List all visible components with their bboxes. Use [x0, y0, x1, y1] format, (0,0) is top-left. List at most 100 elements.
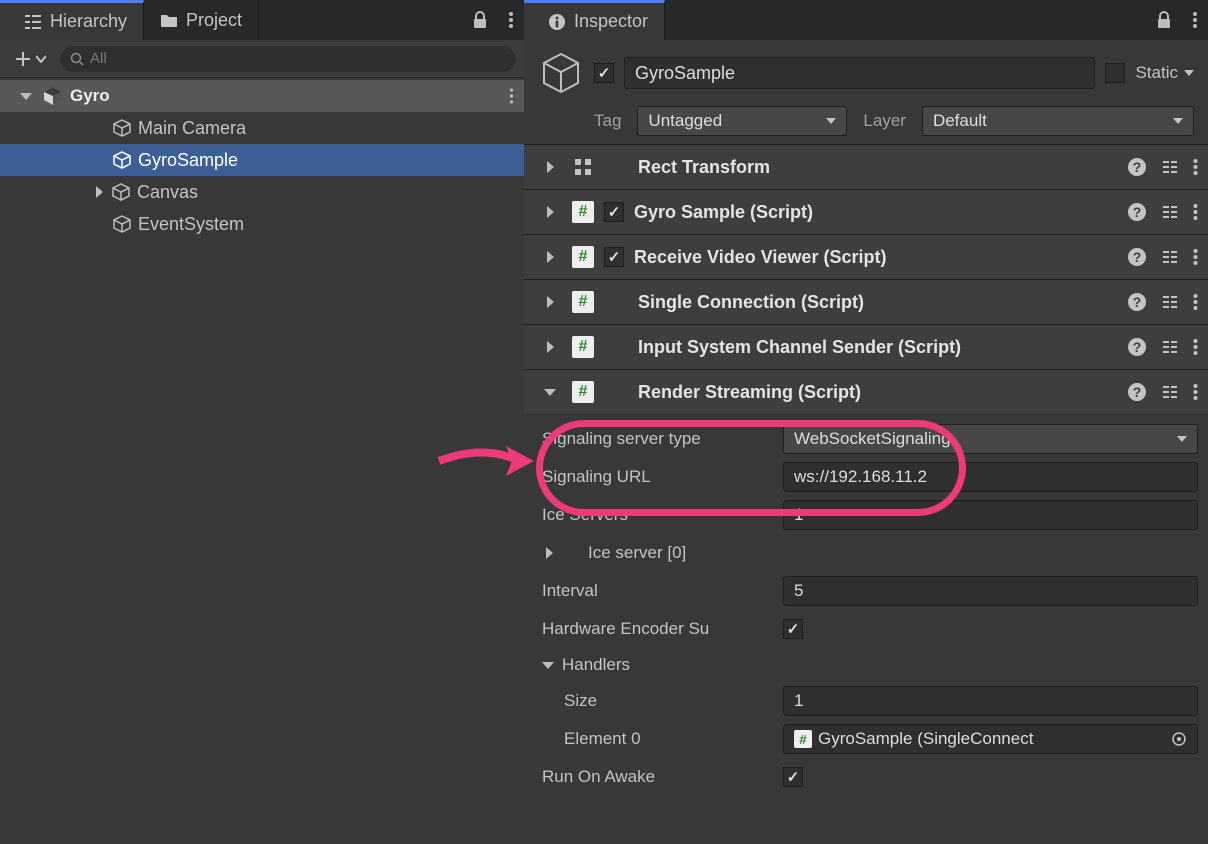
tag-dropdown[interactable]: Untagged — [637, 106, 847, 136]
component-header[interactable]: # Render Streaming (Script) ? — [524, 370, 1208, 414]
object-picker-icon[interactable] — [1165, 731, 1187, 747]
kebab-icon[interactable] — [1193, 293, 1198, 311]
hardware-encoder-checkbox[interactable] — [783, 619, 803, 639]
interval-field[interactable] — [794, 581, 1187, 601]
hierarchy-toolbar — [0, 40, 524, 78]
signaling-url-field[interactable] — [794, 467, 1187, 487]
component-enabled-checkbox[interactable] — [604, 247, 624, 267]
preset-icon[interactable] — [1161, 158, 1179, 176]
script-icon: # — [572, 381, 594, 403]
kebab-icon[interactable] — [1193, 158, 1198, 176]
prop-label: Ice Servers — [542, 505, 777, 525]
caret-right-icon[interactable] — [547, 251, 554, 263]
element0-object-field[interactable]: # GyroSample (SingleConnect — [783, 724, 1198, 754]
layer-dropdown[interactable]: Default — [922, 106, 1194, 136]
component-header[interactable]: Rect Transform ? — [524, 145, 1208, 189]
preset-icon[interactable] — [1161, 203, 1179, 221]
hierarchy-item-eventsystem[interactable]: EventSystem — [0, 208, 524, 240]
lock-icon[interactable] — [1146, 0, 1182, 40]
static-checkbox[interactable] — [1105, 63, 1125, 83]
hierarchy-search[interactable] — [60, 46, 516, 72]
help-icon[interactable]: ? — [1127, 247, 1147, 267]
caret-right-icon[interactable] — [546, 547, 553, 559]
component-gyro-sample: # Gyro Sample (Script) ? — [524, 189, 1208, 234]
handlers-size-input[interactable] — [783, 686, 1198, 716]
info-icon — [548, 13, 566, 31]
prop-ice-server-0[interactable]: Ice server [0] — [542, 534, 1198, 572]
scene-row[interactable]: Gyro — [0, 80, 524, 112]
signaling-type-dropdown[interactable]: WebSocketSignaling — [783, 424, 1198, 454]
tab-project[interactable]: Project — [144, 0, 259, 40]
tab-hierarchy[interactable]: Hierarchy — [0, 0, 144, 40]
handlers-label: Handlers — [562, 655, 630, 675]
svg-text:?: ? — [1133, 384, 1142, 400]
kebab-icon[interactable] — [1193, 248, 1198, 266]
caret-right-icon[interactable] — [547, 296, 554, 308]
hierarchy-item-canvas[interactable]: Canvas — [0, 176, 524, 208]
caret-right-icon[interactable] — [547, 206, 554, 218]
prop-label: Run On Awake — [542, 767, 777, 787]
chevron-down-icon[interactable] — [1184, 69, 1194, 77]
component-header[interactable]: # Receive Video Viewer (Script) ? — [524, 235, 1208, 279]
kebab-icon[interactable] — [509, 88, 514, 104]
prop-label: Signaling server type — [542, 429, 777, 449]
run-on-awake-checkbox[interactable] — [783, 767, 803, 787]
help-icon[interactable]: ? — [1127, 202, 1147, 222]
tab-hierarchy-label: Hierarchy — [50, 11, 127, 32]
help-icon[interactable]: ? — [1127, 382, 1147, 402]
hierarchy-item-gyrosample[interactable]: GyroSample — [0, 144, 524, 176]
hierarchy-panel: Hierarchy Project — [0, 0, 524, 844]
create-button[interactable] — [8, 46, 52, 72]
help-icon[interactable]: ? — [1127, 337, 1147, 357]
component-render-streaming: # Render Streaming (Script) ? Signaling … — [524, 369, 1208, 808]
tab-inspector[interactable]: Inspector — [524, 0, 665, 40]
handlers-foldout[interactable]: Handlers — [542, 648, 1198, 682]
preset-icon[interactable] — [1161, 293, 1179, 311]
rect-transform-icon — [572, 156, 594, 178]
caret-right-icon[interactable] — [96, 186, 103, 198]
interval-input[interactable] — [783, 576, 1198, 606]
component-title: Render Streaming (Script) — [638, 382, 1117, 403]
element0-value: GyroSample (SingleConnect — [818, 729, 1033, 749]
kebab-icon[interactable] — [1193, 383, 1198, 401]
inspector-header: Static Tag Untagged Layer Default — [524, 40, 1208, 144]
ice-servers-field[interactable] — [794, 505, 1187, 525]
caret-down-icon[interactable] — [544, 389, 556, 396]
gameobject-icon[interactable] — [538, 50, 584, 96]
component-header[interactable]: # Input System Channel Sender (Script) ? — [524, 325, 1208, 369]
component-header[interactable]: # Single Connection (Script) ? — [524, 280, 1208, 324]
help-icon[interactable]: ? — [1127, 292, 1147, 312]
script-icon: # — [572, 246, 594, 268]
script-icon: # — [572, 291, 594, 313]
component-enabled-checkbox[interactable] — [604, 202, 624, 222]
caret-down-icon[interactable] — [542, 662, 554, 669]
preset-icon[interactable] — [1161, 248, 1179, 266]
handlers-size-field[interactable] — [794, 691, 1187, 711]
signaling-url-input[interactable] — [783, 462, 1198, 492]
hierarchy-icon — [24, 13, 42, 31]
preset-icon[interactable] — [1161, 338, 1179, 356]
component-rect-transform: Rect Transform ? — [524, 144, 1208, 189]
search-input[interactable] — [90, 50, 506, 67]
tab-project-label: Project — [186, 10, 242, 31]
kebab-icon[interactable] — [1193, 338, 1198, 356]
scene-name: Gyro — [70, 86, 110, 106]
hierarchy-item-label: Canvas — [137, 182, 198, 203]
component-title: Input System Channel Sender (Script) — [638, 337, 1117, 358]
object-name-input[interactable] — [624, 57, 1095, 89]
hierarchy-item-main-camera[interactable]: Main Camera — [0, 112, 524, 144]
component-header[interactable]: # Gyro Sample (Script) ? — [524, 190, 1208, 234]
kebab-icon[interactable] — [1182, 0, 1208, 40]
kebab-icon[interactable] — [498, 0, 524, 40]
caret-right-icon[interactable] — [547, 161, 554, 173]
prop-label: Size — [542, 691, 777, 711]
preset-icon[interactable] — [1161, 383, 1179, 401]
help-icon[interactable]: ? — [1127, 157, 1147, 177]
lock-icon[interactable] — [462, 0, 498, 40]
caret-down-icon[interactable] — [20, 93, 32, 100]
enabled-checkbox[interactable] — [594, 63, 614, 83]
signaling-type-value: WebSocketSignaling — [794, 429, 951, 449]
caret-right-icon[interactable] — [547, 341, 554, 353]
kebab-icon[interactable] — [1193, 203, 1198, 221]
ice-servers-input[interactable] — [783, 500, 1198, 530]
